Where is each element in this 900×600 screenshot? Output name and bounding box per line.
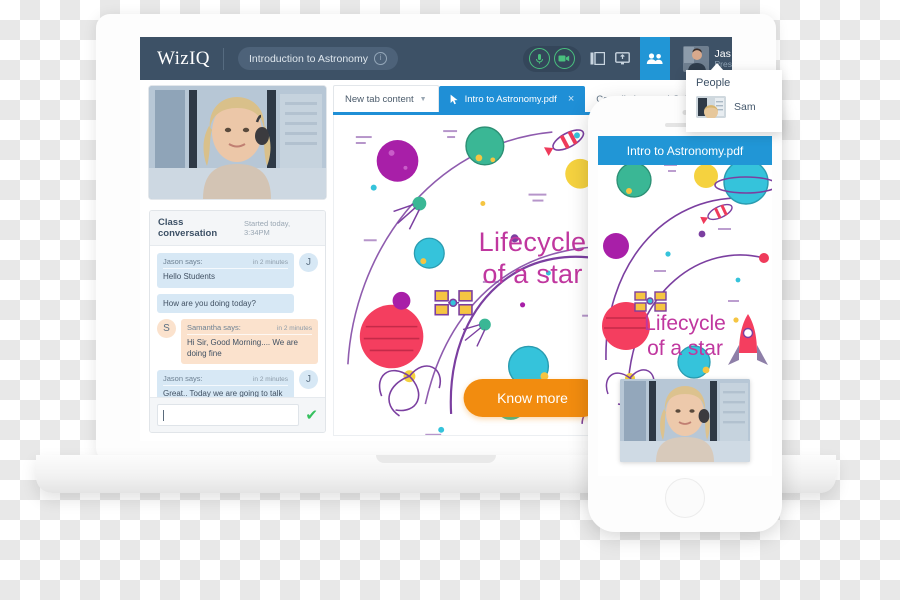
chat-avatar: J bbox=[299, 370, 318, 390]
close-icon[interactable]: × bbox=[563, 93, 574, 105]
cursor-icon bbox=[450, 94, 458, 104]
camera-button[interactable] bbox=[553, 48, 575, 69]
av-controls-group bbox=[522, 45, 581, 72]
chat-author: Samantha says: bbox=[187, 322, 241, 332]
people-panel: People Sam bbox=[686, 70, 782, 132]
course-title-pill[interactable]: Introduction to Astronomy i bbox=[237, 47, 399, 70]
chat-text: How are you doing today? bbox=[157, 293, 294, 313]
chat-input-bar: ✔ bbox=[150, 397, 325, 432]
chat-timestamp: in 2 minutes bbox=[276, 324, 312, 332]
phone-header-bar: Intro to Astronomy.pdf bbox=[598, 136, 772, 165]
screen-share-button[interactable] bbox=[615, 51, 631, 66]
left-column: Class conversation Started today, 3:34PM… bbox=[149, 86, 326, 435]
presenter-video-tile[interactable] bbox=[149, 86, 326, 199]
chat-bubble: Samantha says: in 2 minutes Hi Sir, Good… bbox=[181, 318, 318, 365]
microphone-button[interactable] bbox=[528, 48, 550, 69]
tab-label: New tab content bbox=[345, 93, 414, 105]
chat-started-time: Started today, 3:34PM bbox=[243, 219, 291, 237]
know-more-button[interactable]: Know more bbox=[463, 379, 602, 417]
user-avatar bbox=[682, 45, 709, 72]
brand-logo[interactable]: WizIQ bbox=[140, 48, 223, 70]
chat-messages: Jason says: in 2 minutes Hello Students … bbox=[150, 246, 325, 397]
check-icon[interactable]: ✔ bbox=[305, 408, 318, 423]
chat-text: Great.. Today we are going to talk about… bbox=[163, 389, 283, 397]
home-button[interactable] bbox=[665, 478, 705, 518]
presenter-webcam-image bbox=[149, 86, 326, 199]
layout-panel-icon bbox=[590, 52, 606, 65]
participant-name: Sam bbox=[734, 101, 756, 113]
phone-title-line1: Lifecycle bbox=[644, 312, 726, 335]
text-caret bbox=[163, 409, 164, 421]
microphone-icon bbox=[535, 53, 543, 64]
chat-avatar: S bbox=[157, 318, 176, 338]
app-header: WizIQ Introduction to Astronomy i Jas Pr… bbox=[140, 37, 732, 80]
people-panel-caret bbox=[710, 63, 724, 71]
video-camera-icon bbox=[558, 55, 570, 62]
laptop-notch bbox=[376, 455, 496, 463]
chat-bubble: Jason says: in 2 minutes Hello Students bbox=[157, 253, 294, 288]
chat-bubble: Jason says: in 2 minutes Great.. Today w… bbox=[157, 370, 294, 397]
chevron-down-icon[interactable]: ▼ bbox=[420, 96, 427, 103]
course-title-label: Introduction to Astronomy bbox=[248, 52, 369, 65]
people-list-item[interactable]: Sam bbox=[686, 89, 782, 118]
phone-slide-title: Lifecycle of a star bbox=[598, 311, 772, 361]
phone-presenter-image bbox=[620, 379, 750, 462]
chat-bubble-header: Jason says: in 2 minutes bbox=[163, 257, 288, 269]
chat-header: Class conversation Started today, 3:34PM bbox=[150, 211, 325, 246]
chat-message: Jason says: in 2 minutes Great.. Today w… bbox=[157, 370, 318, 397]
chat-input[interactable] bbox=[157, 404, 300, 426]
participant-avatar bbox=[696, 96, 726, 118]
tab-label: Intro to Astronomy.pdf bbox=[464, 93, 557, 105]
screen-share-icon bbox=[615, 52, 630, 65]
chat-panel: Class conversation Started today, 3:34PM… bbox=[149, 210, 326, 433]
people-button[interactable] bbox=[639, 37, 670, 80]
chat-avatar: J bbox=[299, 253, 318, 272]
chat-author: Jason says: bbox=[163, 374, 203, 384]
tab-new-content[interactable]: New tab content ▼ bbox=[333, 85, 439, 112]
brand-divider bbox=[222, 47, 224, 70]
chat-timestamp: in 2 minutes bbox=[252, 376, 288, 384]
chat-message: Jason says: in 2 minutes Hello Students … bbox=[157, 253, 318, 288]
phone-screen: Intro to Astronomy.pdf Lifecycle of a st… bbox=[598, 136, 772, 476]
chat-bubble-header: Jason says: in 2 minutes bbox=[163, 374, 288, 387]
people-icon bbox=[646, 53, 663, 64]
phone-title-line2: of a star bbox=[647, 337, 723, 361]
chat-bubble-header: Samantha says: in 2 minutes bbox=[187, 323, 312, 335]
people-panel-title: People bbox=[696, 77, 731, 89]
chat-timestamp: in 2 minutes bbox=[252, 259, 288, 266]
chat-text: Hello Students bbox=[163, 272, 216, 281]
phone-mockup: Intro to Astronomy.pdf Lifecycle of a st… bbox=[588, 96, 782, 532]
chat-text: Hi Sir, Good Morning.... We are doing fi… bbox=[187, 337, 299, 358]
phone-presenter-video[interactable] bbox=[620, 379, 750, 462]
chat-message: S Samantha says: in 2 minutes Hi Sir, Go… bbox=[157, 318, 318, 365]
layout-panel-button[interactable] bbox=[590, 51, 606, 66]
chat-author: Jason says: bbox=[163, 257, 203, 266]
chat-title: Class conversation bbox=[158, 217, 218, 239]
info-icon[interactable]: i bbox=[374, 52, 388, 65]
tab-intro-astronomy[interactable]: Intro to Astronomy.pdf × bbox=[438, 86, 586, 112]
user-name: Jas bbox=[714, 47, 731, 60]
